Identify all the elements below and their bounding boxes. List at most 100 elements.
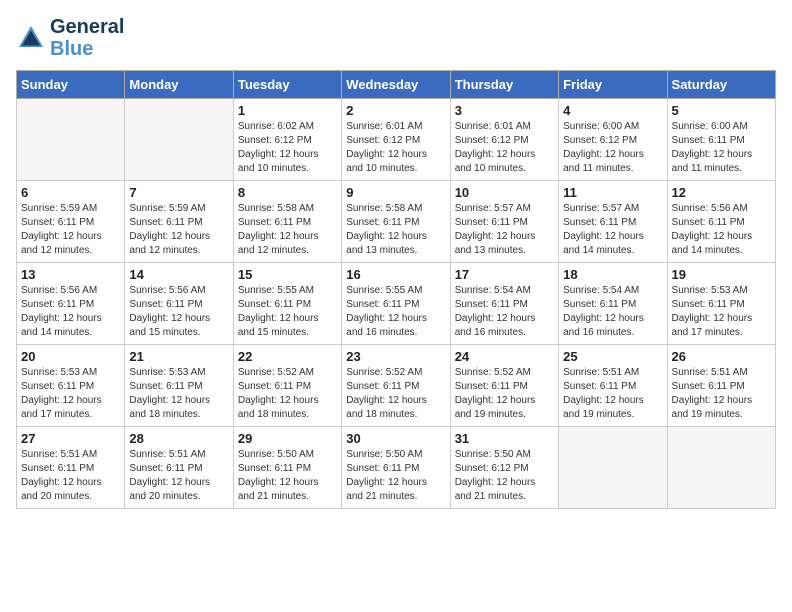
day-number: 17 [455, 267, 554, 282]
day-number: 25 [563, 349, 662, 364]
day-cell: 18 Sunrise: 5:54 AM Sunset: 6:11 PM Dayli… [559, 263, 667, 345]
week-row-4: 20 Sunrise: 5:53 AM Sunset: 6:11 PM Dayli… [17, 345, 776, 427]
weekday-header-thursday: Thursday [450, 71, 558, 99]
day-number: 13 [21, 267, 120, 282]
day-info: Sunrise: 5:53 AM Sunset: 6:11 PM Dayligh… [129, 366, 228, 422]
weekday-header-friday: Friday [559, 71, 667, 99]
day-info: Sunrise: 5:52 AM Sunset: 6:11 PM Dayligh… [455, 366, 554, 422]
day-info: Sunrise: 5:53 AM Sunset: 6:11 PM Dayligh… [21, 366, 120, 422]
day-number: 30 [346, 431, 445, 446]
day-cell: 11 Sunrise: 5:57 AM Sunset: 6:11 PM Dayli… [559, 181, 667, 263]
page-header: General Blue [16, 16, 776, 60]
day-cell: 7 Sunrise: 5:59 AM Sunset: 6:11 PM Daylig… [125, 181, 233, 263]
day-number: 15 [238, 267, 337, 282]
day-info: Sunrise: 5:51 AM Sunset: 6:11 PM Dayligh… [129, 448, 228, 504]
day-info: Sunrise: 6:00 AM Sunset: 6:11 PM Dayligh… [672, 120, 771, 176]
day-number: 20 [21, 349, 120, 364]
day-number: 27 [21, 431, 120, 446]
weekday-row: SundayMondayTuesdayWednesdayThursdayFrid… [17, 71, 776, 99]
day-info: Sunrise: 6:02 AM Sunset: 6:12 PM Dayligh… [238, 120, 337, 176]
calendar-table: SundayMondayTuesdayWednesdayThursdayFrid… [16, 70, 776, 509]
day-cell: 27 Sunrise: 5:51 AM Sunset: 6:11 PM Dayli… [17, 427, 125, 509]
weekday-header-sunday: Sunday [17, 71, 125, 99]
day-info: Sunrise: 5:50 AM Sunset: 6:11 PM Dayligh… [238, 448, 337, 504]
day-cell [667, 427, 775, 509]
day-cell [125, 99, 233, 181]
day-cell: 31 Sunrise: 5:50 AM Sunset: 6:12 PM Dayli… [450, 427, 558, 509]
day-number: 4 [563, 103, 662, 118]
day-cell: 1Sunrise: 6:02 AM Sunset: 6:12 PM Daylig… [233, 99, 341, 181]
day-info: Sunrise: 5:54 AM Sunset: 6:11 PM Dayligh… [563, 284, 662, 340]
day-number: 24 [455, 349, 554, 364]
day-cell: 6Sunrise: 5:59 AM Sunset: 6:11 PM Daylig… [17, 181, 125, 263]
day-cell: 22 Sunrise: 5:52 AM Sunset: 6:11 PM Dayli… [233, 345, 341, 427]
day-number: 12 [672, 185, 771, 200]
day-info: Sunrise: 5:56 AM Sunset: 6:11 PM Dayligh… [21, 284, 120, 340]
day-cell: 13 Sunrise: 5:56 AM Sunset: 6:11 PM Dayli… [17, 263, 125, 345]
day-number: 8 [238, 185, 337, 200]
day-number: 14 [129, 267, 228, 282]
day-info: Sunrise: 6:00 AM Sunset: 6:12 PM Dayligh… [563, 120, 662, 176]
week-row-5: 27 Sunrise: 5:51 AM Sunset: 6:11 PM Dayli… [17, 427, 776, 509]
day-cell: 29 Sunrise: 5:50 AM Sunset: 6:11 PM Dayli… [233, 427, 341, 509]
day-number: 31 [455, 431, 554, 446]
day-info: Sunrise: 5:56 AM Sunset: 6:11 PM Dayligh… [129, 284, 228, 340]
day-info: Sunrise: 5:55 AM Sunset: 6:11 PM Dayligh… [238, 284, 337, 340]
day-info: Sunrise: 5:54 AM Sunset: 6:11 PM Dayligh… [455, 284, 554, 340]
day-number: 5 [672, 103, 771, 118]
day-cell [559, 427, 667, 509]
day-cell: 30Sunrise: 5:50 AM Sunset: 6:11 PM Dayli… [342, 427, 450, 509]
day-cell: 17 Sunrise: 5:54 AM Sunset: 6:11 PM Dayli… [450, 263, 558, 345]
day-info: Sunrise: 5:51 AM Sunset: 6:11 PM Dayligh… [21, 448, 120, 504]
day-number: 10 [455, 185, 554, 200]
day-cell: 14 Sunrise: 5:56 AM Sunset: 6:11 PM Dayli… [125, 263, 233, 345]
day-cell: 25 Sunrise: 5:51 AM Sunset: 6:11 PM Dayli… [559, 345, 667, 427]
day-number: 22 [238, 349, 337, 364]
day-info: Sunrise: 5:59 AM Sunset: 6:11 PM Dayligh… [129, 202, 228, 258]
day-number: 3 [455, 103, 554, 118]
week-row-1: 1Sunrise: 6:02 AM Sunset: 6:12 PM Daylig… [17, 99, 776, 181]
day-info: Sunrise: 5:58 AM Sunset: 6:11 PM Dayligh… [238, 202, 337, 258]
day-number: 21 [129, 349, 228, 364]
day-number: 19 [672, 267, 771, 282]
day-cell: 15 Sunrise: 5:55 AM Sunset: 6:11 PM Dayli… [233, 263, 341, 345]
day-cell: 21 Sunrise: 5:53 AM Sunset: 6:11 PM Dayli… [125, 345, 233, 427]
day-info: Sunrise: 5:52 AM Sunset: 6:11 PM Dayligh… [238, 366, 337, 422]
logo: General Blue [16, 16, 124, 60]
day-cell: 20 Sunrise: 5:53 AM Sunset: 6:11 PM Dayli… [17, 345, 125, 427]
day-number: 7 [129, 185, 228, 200]
logo-icon [16, 23, 46, 53]
logo-text: General Blue [50, 16, 124, 60]
day-cell: 9Sunrise: 5:58 AM Sunset: 6:11 PM Daylig… [342, 181, 450, 263]
day-info: Sunrise: 5:50 AM Sunset: 6:12 PM Dayligh… [455, 448, 554, 504]
week-row-2: 6Sunrise: 5:59 AM Sunset: 6:11 PM Daylig… [17, 181, 776, 263]
calendar-header: SundayMondayTuesdayWednesdayThursdayFrid… [17, 71, 776, 99]
day-cell: 5 Sunrise: 6:00 AM Sunset: 6:11 PM Daylig… [667, 99, 775, 181]
day-info: Sunrise: 6:01 AM Sunset: 6:12 PM Dayligh… [346, 120, 445, 176]
day-cell [17, 99, 125, 181]
day-info: Sunrise: 5:57 AM Sunset: 6:11 PM Dayligh… [563, 202, 662, 258]
day-cell: 26Sunrise: 5:51 AM Sunset: 6:11 PM Dayli… [667, 345, 775, 427]
day-number: 18 [563, 267, 662, 282]
day-cell: 19Sunrise: 5:53 AM Sunset: 6:11 PM Dayli… [667, 263, 775, 345]
day-info: Sunrise: 6:01 AM Sunset: 6:12 PM Dayligh… [455, 120, 554, 176]
weekday-header-saturday: Saturday [667, 71, 775, 99]
day-cell: 12 Sunrise: 5:56 AM Sunset: 6:11 PM Dayli… [667, 181, 775, 263]
day-number: 29 [238, 431, 337, 446]
day-number: 11 [563, 185, 662, 200]
day-cell: 28Sunrise: 5:51 AM Sunset: 6:11 PM Dayli… [125, 427, 233, 509]
day-info: Sunrise: 5:51 AM Sunset: 6:11 PM Dayligh… [563, 366, 662, 422]
day-info: Sunrise: 5:58 AM Sunset: 6:11 PM Dayligh… [346, 202, 445, 258]
day-number: 2 [346, 103, 445, 118]
day-info: Sunrise: 5:59 AM Sunset: 6:11 PM Dayligh… [21, 202, 120, 258]
day-info: Sunrise: 5:56 AM Sunset: 6:11 PM Dayligh… [672, 202, 771, 258]
day-info: Sunrise: 5:57 AM Sunset: 6:11 PM Dayligh… [455, 202, 554, 258]
day-info: Sunrise: 5:55 AM Sunset: 6:11 PM Dayligh… [346, 284, 445, 340]
weekday-header-monday: Monday [125, 71, 233, 99]
day-cell: 3 Sunrise: 6:01 AM Sunset: 6:12 PM Daylig… [450, 99, 558, 181]
day-number: 16 [346, 267, 445, 282]
day-info: Sunrise: 5:52 AM Sunset: 6:11 PM Dayligh… [346, 366, 445, 422]
day-info: Sunrise: 5:51 AM Sunset: 6:11 PM Dayligh… [672, 366, 771, 422]
day-number: 23 [346, 349, 445, 364]
day-cell: 4 Sunrise: 6:00 AM Sunset: 6:12 PM Daylig… [559, 99, 667, 181]
